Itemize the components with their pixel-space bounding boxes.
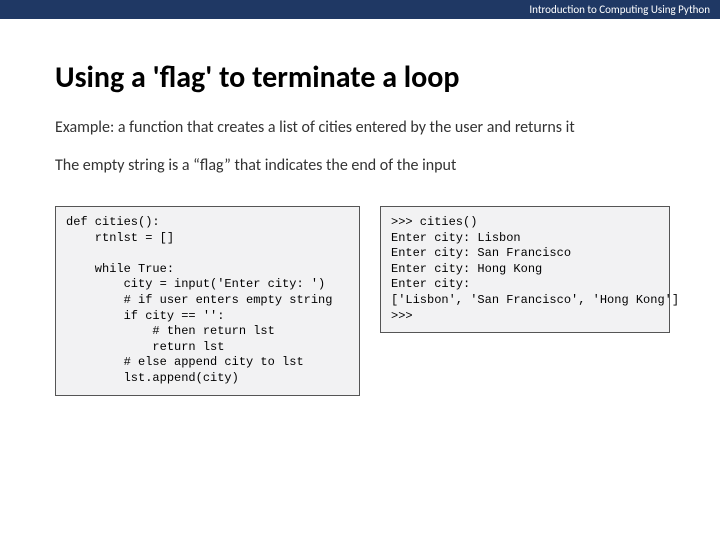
slide-title: Using a 'flag' to terminate a loop xyxy=(55,59,665,96)
flag-explanation: The empty string is a “flag” that indica… xyxy=(55,156,665,176)
code-definition-box: def cities(): rtnlst = [] while True: ci… xyxy=(55,206,360,396)
slide-content: Using a 'flag' to terminate a loop Examp… xyxy=(0,19,720,396)
code-row: def cities(): rtnlst = [] while True: ci… xyxy=(55,206,665,396)
example-description: Example: a function that creates a list … xyxy=(55,118,665,138)
course-title: Introduction to Computing Using Python xyxy=(529,3,710,16)
header-bar: Introduction to Computing Using Python xyxy=(0,0,720,19)
code-output-box: >>> cities() Enter city: Lisbon Enter ci… xyxy=(380,206,670,333)
